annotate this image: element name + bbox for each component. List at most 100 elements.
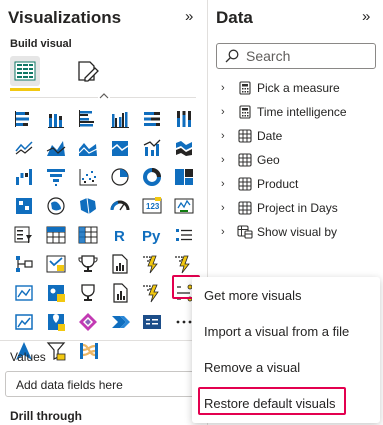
power-automate-icon[interactable] <box>168 249 200 278</box>
python-visual-icon[interactable]: Py <box>136 220 168 249</box>
calculator-icon <box>239 105 251 119</box>
svg-text:R: R <box>114 228 125 245</box>
clustered-bar-chart-icon[interactable] <box>72 104 104 133</box>
arcgis-map-icon[interactable] <box>40 278 72 307</box>
shape-map-icon[interactable] <box>72 191 104 220</box>
metrics-scorecard-icon[interactable] <box>136 307 168 336</box>
collapse-gallery-icon[interactable] <box>98 92 110 100</box>
data-item-label: Pick a measure <box>257 81 340 95</box>
stacked-bar-chart-icon[interactable] <box>8 104 40 133</box>
search-icon <box>225 49 239 63</box>
table-icon[interactable] <box>72 220 104 249</box>
power-bi-goal-icon[interactable] <box>72 278 104 307</box>
data-item-label: Project in Days <box>257 201 338 215</box>
chevron-right-icon[interactable]: › <box>221 178 233 190</box>
visualizations-title: Visualizations <box>8 8 122 27</box>
values-drop-zone[interactable]: Add data fields here <box>5 371 205 397</box>
calculator-icon <box>239 81 251 95</box>
matrix-icon[interactable]: R <box>104 220 136 249</box>
qa-icon[interactable] <box>40 249 72 278</box>
table-icon <box>238 153 252 167</box>
chevron-right-icon[interactable]: › <box>221 202 233 214</box>
line-and-column-chart-icon[interactable] <box>104 133 136 162</box>
chevron-shape-visual-icon[interactable] <box>104 307 136 336</box>
line-and-clustered-column-chart-icon[interactable] <box>136 133 168 162</box>
100-stacked-bar-chart-icon[interactable] <box>136 104 168 133</box>
data-item-label: Geo <box>257 153 280 167</box>
table-multi-icon <box>237 225 253 239</box>
paginated-report-icon[interactable] <box>104 249 136 278</box>
data-item-label: Time intelligence <box>257 105 347 119</box>
key-influencers-icon[interactable] <box>168 220 200 249</box>
decomposition-tree-icon[interactable] <box>8 249 40 278</box>
data-item-geo[interactable]: › Geo <box>221 149 280 171</box>
chevron-right-icon[interactable]: › <box>221 130 233 142</box>
restore-default-highlight <box>198 387 346 415</box>
format-visual-icon <box>78 61 99 82</box>
data-item-product[interactable]: › Product <box>221 173 298 195</box>
chevron-right-icon[interactable]: › <box>221 106 233 118</box>
scatter-chart-icon[interactable] <box>72 162 104 191</box>
build-visual-icon <box>14 61 36 81</box>
data-title: Data <box>216 8 253 27</box>
area-chart-icon[interactable] <box>40 133 72 162</box>
power-apps-icon[interactable] <box>136 249 168 278</box>
clustered-column-chart-icon[interactable] <box>104 104 136 133</box>
pie-chart-icon[interactable] <box>104 162 136 191</box>
active-tab-indicator <box>10 88 40 91</box>
remove-visual-menu-item[interactable]: Remove a visual <box>204 360 300 375</box>
data-item-label: Date <box>257 129 283 143</box>
waterfall-chart-icon[interactable] <box>8 162 40 191</box>
more-visuals-menu: Get more visuals Import a visual from a … <box>192 277 380 423</box>
svg-text:123: 123 <box>146 202 160 211</box>
card-icon[interactable]: 123 <box>136 191 168 220</box>
values-label: Values <box>10 350 46 364</box>
table-icon <box>238 177 252 191</box>
divider <box>0 340 207 341</box>
collapse-data-icon[interactable]: » <box>362 8 370 25</box>
image-visual-icon[interactable] <box>8 307 40 336</box>
table-icon <box>238 129 252 143</box>
treemap-icon[interactable] <box>168 162 200 191</box>
chevron-visual-icon[interactable] <box>104 278 136 307</box>
drill-through-label: Drill through <box>10 409 82 423</box>
svg-text:Py: Py <box>142 228 161 245</box>
smart-narrative-icon[interactable] <box>72 249 104 278</box>
get-more-visuals-menu-item[interactable]: Get more visuals <box>204 288 302 303</box>
build-visual-button[interactable] <box>10 56 40 86</box>
format-visual-button[interactable] <box>72 56 102 86</box>
line-chart-icon[interactable] <box>8 133 40 162</box>
metrics-icon[interactable] <box>136 278 168 307</box>
chevron-right-icon[interactable]: › <box>221 82 233 94</box>
funnel-chart-icon[interactable] <box>40 162 72 191</box>
data-item-date[interactable]: › Date <box>221 125 282 147</box>
import-visual-from-file-menu-item[interactable]: Import a visual from a file <box>204 324 349 339</box>
data-item-show-visual-by[interactable]: › Show visual by <box>221 221 337 243</box>
filled-map-icon[interactable] <box>40 191 72 220</box>
visualizations-pane: Visualizations » Build visual 123 R Py V… <box>0 0 208 425</box>
map-pin-visual-icon[interactable] <box>40 307 72 336</box>
azure-map-icon[interactable] <box>8 278 40 307</box>
collapse-visualizations-icon[interactable]: » <box>185 8 193 25</box>
data-item-time-intelligence[interactable]: › Time intelligence <box>221 101 347 123</box>
ribbon-chart-icon[interactable] <box>168 133 200 162</box>
search-input[interactable] <box>246 46 371 66</box>
data-item-label: Show visual by <box>257 225 338 239</box>
data-item-pick-a-measure[interactable]: › Pick a measure <box>221 77 340 99</box>
gauge-icon[interactable] <box>104 191 136 220</box>
diamond-visual-icon[interactable] <box>72 307 104 336</box>
map-icon[interactable] <box>8 191 40 220</box>
multi-row-card-icon[interactable] <box>168 191 200 220</box>
build-visual-label: Build visual <box>10 38 72 50</box>
100-stacked-column-chart-icon[interactable] <box>168 104 200 133</box>
stacked-area-chart-icon[interactable] <box>72 133 104 162</box>
slicer-icon[interactable] <box>40 220 72 249</box>
data-item-label: Product <box>257 177 299 191</box>
chevron-right-icon[interactable]: › <box>221 154 233 166</box>
search-box[interactable] <box>216 43 376 69</box>
chevron-right-icon[interactable]: › <box>221 226 233 238</box>
data-item-project-in-days[interactable]: › Project in Days <box>221 197 338 219</box>
donut-chart-icon[interactable] <box>136 162 168 191</box>
kpi-icon[interactable] <box>8 220 40 249</box>
stacked-column-chart-icon[interactable] <box>40 104 72 133</box>
